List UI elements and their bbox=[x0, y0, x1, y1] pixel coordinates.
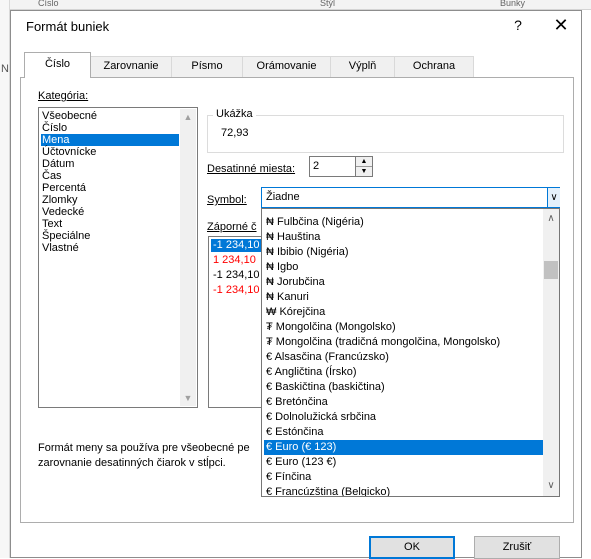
scroll-up-icon[interactable]: ∧ bbox=[543, 211, 559, 227]
symbol-select[interactable]: Žiadne bbox=[261, 187, 560, 208]
spreadsheet-ribbon-strip: Číslo Štýl Bunky bbox=[0, 0, 591, 10]
category-item-mena[interactable]: Mena bbox=[41, 134, 179, 146]
ok-button[interactable]: OK bbox=[369, 536, 455, 559]
symbol-dropdown-list[interactable]: ₦ Fulbčina (Nigéria) ₦ Hauština ₦ Ibibio… bbox=[261, 208, 560, 497]
symbol-option[interactable]: ₮ Mongolčina (tradičná mongolčina, Mongo… bbox=[264, 335, 544, 350]
symbol-option[interactable]: ₦ Fulbčina (Nigéria) bbox=[264, 215, 544, 230]
symbol-option[interactable]: ₦ Igbo bbox=[264, 260, 544, 275]
category-item-cas[interactable]: Čas bbox=[41, 170, 179, 182]
symbol-option[interactable]: € Bretónčina bbox=[264, 395, 544, 410]
tab-oramovanie[interactable]: Orámovanie bbox=[242, 56, 331, 77]
scrollbar-thumb[interactable] bbox=[544, 261, 558, 279]
category-scrollbar[interactable]: ▲ ▼ bbox=[180, 109, 196, 406]
spreadsheet-left-edge: N bbox=[0, 0, 10, 558]
symbol-option[interactable]: ₦ Jorubčina bbox=[264, 275, 544, 290]
symbol-option[interactable]: ₮ Mongolčina (Mongolsko) bbox=[264, 320, 544, 335]
symbol-option[interactable]: € Fínčina bbox=[264, 470, 544, 485]
symbol-option[interactable]: ₦ Hauština bbox=[264, 230, 544, 245]
negative-numbers-list[interactable]: -1 234,10 1 234,10 -1 234,10 -1 234,10 bbox=[208, 236, 266, 408]
category-item-cislo[interactable]: Číslo bbox=[41, 122, 179, 134]
chevron-down-icon[interactable]: ∨ bbox=[547, 188, 560, 207]
symbol-label: Symbol: bbox=[207, 194, 247, 206]
symbol-option[interactable]: € Alsasčina (Francúzsko) bbox=[264, 350, 544, 365]
category-item-percenta[interactable]: Percentá bbox=[41, 182, 179, 194]
sample-group bbox=[207, 115, 564, 153]
description-line-2: zarovnanie desatinných čiarok v stĺpci. bbox=[38, 457, 226, 469]
decimal-places-input[interactable]: 2 bbox=[309, 156, 356, 177]
symbol-option[interactable]: € Francúzština (Belgicko) bbox=[264, 485, 544, 496]
help-button[interactable]: ? bbox=[508, 17, 528, 37]
category-item-zlomky[interactable]: Zlomky bbox=[41, 194, 179, 206]
tab-pismo[interactable]: Písmo bbox=[171, 56, 243, 77]
scroll-down-icon[interactable]: ∨ bbox=[543, 478, 559, 494]
scroll-down-icon[interactable]: ▼ bbox=[180, 390, 196, 406]
symbol-option[interactable]: ₦ Ibibio (Nigéria) bbox=[264, 245, 544, 260]
tab-vypln[interactable]: Výplň bbox=[330, 56, 395, 77]
cancel-button[interactable]: Zrušiť bbox=[474, 536, 560, 559]
symbol-option[interactable]: € Dolnolužická srbčina bbox=[264, 410, 544, 425]
symbol-option[interactable]: ₦ Kanuri bbox=[264, 290, 544, 305]
category-item-vedecke[interactable]: Vedecké bbox=[41, 206, 179, 218]
negative-format-item[interactable]: -1 234,10 bbox=[211, 239, 262, 252]
category-item-specialne[interactable]: Špeciálne bbox=[41, 230, 179, 242]
dialog-title: Formát buniek bbox=[26, 19, 110, 34]
close-button[interactable]: ✕ bbox=[551, 15, 571, 37]
symbol-option[interactable]: ₩ Kórejčina bbox=[264, 305, 544, 320]
decimal-places-spinner[interactable]: ▲ ▼ bbox=[356, 156, 373, 177]
symbol-option-selected[interactable]: € Euro (€ 123) bbox=[264, 440, 544, 455]
ribbon-group-label: Číslo bbox=[38, 0, 59, 8]
sample-value: 72,93 bbox=[221, 127, 249, 139]
negative-format-item[interactable]: 1 234,10 bbox=[211, 254, 258, 267]
symbol-option[interactable]: € Baskičtina (baskičtina) bbox=[264, 380, 544, 395]
tab-cislo[interactable]: Číslo bbox=[24, 52, 91, 78]
spin-down-icon[interactable]: ▼ bbox=[356, 167, 372, 177]
sample-label: Ukážka bbox=[213, 108, 256, 120]
tab-ochrana[interactable]: Ochrana bbox=[394, 56, 474, 77]
category-item-vseobecne[interactable]: Všeobecné bbox=[41, 110, 179, 122]
scroll-up-icon[interactable]: ▲ bbox=[180, 109, 196, 125]
tab-zarovnanie[interactable]: Zarovnanie bbox=[90, 56, 172, 77]
format-cells-dialog: Formát buniek ? ✕ Číslo Zarovnanie Písmo… bbox=[10, 10, 582, 559]
category-item-uctovnicke[interactable]: Účtovnícke bbox=[41, 146, 179, 158]
symbol-option[interactable]: € Euro (123 €) bbox=[264, 455, 544, 470]
description-line-1: Formát meny sa používa pre všeobecné pe bbox=[38, 442, 250, 454]
negative-numbers-label: Záporné č bbox=[207, 221, 257, 233]
category-list[interactable]: Všeobecné Číslo Mena Účtovnícke Dátum Ča… bbox=[38, 107, 198, 408]
ribbon-group-label: Bunky bbox=[500, 0, 526, 8]
symbol-option[interactable]: € Angličtina (Írsko) bbox=[264, 365, 544, 380]
category-label: Kategória: bbox=[38, 90, 89, 102]
dropdown-scrollbar[interactable]: ∧ ∨ bbox=[543, 209, 559, 496]
negative-format-item[interactable]: -1 234,10 bbox=[211, 284, 261, 297]
spin-up-icon[interactable]: ▲ bbox=[356, 157, 372, 167]
symbol-option[interactable]: € Estónčina bbox=[264, 425, 544, 440]
negative-format-item[interactable]: -1 234,10 bbox=[211, 269, 261, 282]
decimal-places-label: Desatinné miesta: bbox=[207, 163, 296, 175]
category-item-vlastne[interactable]: Vlastné bbox=[41, 242, 179, 254]
spreadsheet-cell-fragment: N bbox=[1, 63, 9, 75]
category-item-text[interactable]: Text bbox=[41, 218, 179, 230]
ribbon-group-label: Štýl bbox=[320, 0, 336, 8]
category-item-datum[interactable]: Dátum bbox=[41, 158, 179, 170]
